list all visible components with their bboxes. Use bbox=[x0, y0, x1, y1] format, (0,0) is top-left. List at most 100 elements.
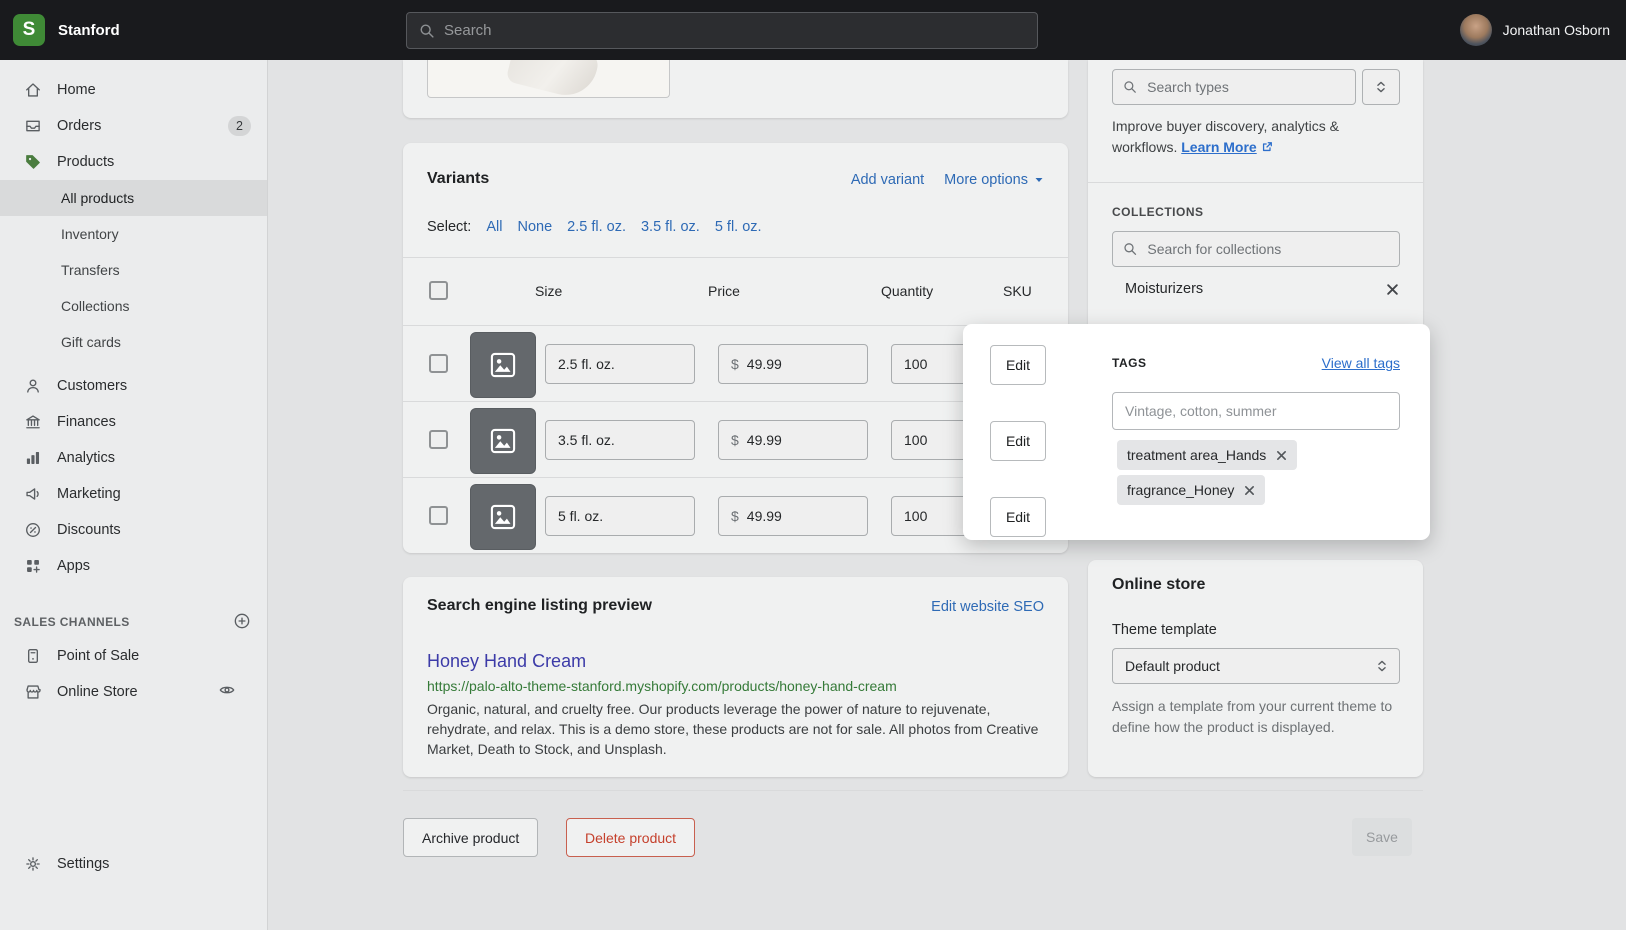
sidebar-item-transfers[interactable]: Transfers bbox=[0, 252, 267, 288]
apps-icon bbox=[24, 557, 42, 575]
sidebar-item-analytics[interactable]: Analytics bbox=[0, 440, 267, 476]
image-placeholder-icon bbox=[488, 502, 518, 532]
price-input[interactable]: $ 49.99 bbox=[718, 344, 868, 384]
currency-symbol: $ bbox=[731, 356, 739, 372]
footer-divider bbox=[403, 790, 1423, 791]
edit-website-seo-link[interactable]: Edit website SEO bbox=[931, 599, 1044, 615]
price-value: 49.99 bbox=[747, 432, 782, 448]
divider bbox=[403, 257, 1068, 258]
sidebar-item-marketing[interactable]: Marketing bbox=[0, 476, 267, 512]
tag-chip-label: treatment area_Hands bbox=[1127, 447, 1266, 463]
tag-chip: fragrance_Honey bbox=[1117, 475, 1265, 505]
save-button[interactable]: Save bbox=[1352, 818, 1412, 856]
sidebar-item-products[interactable]: Products bbox=[0, 144, 267, 180]
collection-name: Moisturizers bbox=[1125, 281, 1203, 297]
discounts-icon bbox=[24, 521, 42, 539]
product-organization-card: Improve buyer discovery, analytics & wor… bbox=[1088, 60, 1423, 326]
online-store-icon bbox=[24, 683, 42, 701]
variant-checkbox[interactable] bbox=[429, 354, 448, 373]
select-size-link[interactable]: 5 fl. oz. bbox=[715, 219, 762, 235]
avatar bbox=[1460, 14, 1492, 46]
variant-thumbnail[interactable] bbox=[470, 332, 536, 398]
size-input[interactable] bbox=[545, 496, 695, 536]
remove-tag-icon[interactable] bbox=[1244, 485, 1255, 496]
seo-card: Search engine listing preview Edit websi… bbox=[403, 577, 1068, 777]
learn-more-link[interactable]: Learn More bbox=[1181, 139, 1256, 155]
size-input[interactable] bbox=[545, 420, 695, 460]
sales-channels-header: SALES CHANNELS bbox=[0, 606, 267, 638]
sidebar-item-finances[interactable]: Finances bbox=[0, 404, 267, 440]
image-placeholder-icon bbox=[488, 350, 518, 380]
sidebar-item-discounts[interactable]: Discounts bbox=[0, 512, 267, 548]
sidebar-item-gift-cards[interactable]: Gift cards bbox=[0, 324, 267, 360]
variant-thumbnail[interactable] bbox=[470, 408, 536, 474]
variants-title: Variants bbox=[427, 170, 489, 188]
search-types-stepper[interactable] bbox=[1362, 69, 1400, 105]
sidebar-item-point-of-sale[interactable]: Point of Sale bbox=[0, 638, 267, 674]
shopify-admin-page: S Stanford Search Jonathan Osborn Home O… bbox=[0, 0, 1626, 930]
sidebar-item-home[interactable]: Home bbox=[0, 72, 267, 108]
edit-variant-button[interactable]: Edit bbox=[990, 497, 1046, 537]
edit-variant-button[interactable]: Edit bbox=[990, 421, 1046, 461]
sidebar-item-apps[interactable]: Apps bbox=[0, 548, 267, 584]
currency-symbol: $ bbox=[731, 508, 739, 524]
price-input[interactable]: $ 49.99 bbox=[718, 420, 868, 460]
sidebar-item-collections[interactable]: Collections bbox=[0, 288, 267, 324]
select-size-link[interactable]: 3.5 fl. oz. bbox=[641, 219, 700, 235]
preview-store-button[interactable] bbox=[218, 681, 251, 703]
delete-product-button[interactable]: Delete product bbox=[566, 818, 695, 857]
search-types-input[interactable] bbox=[1112, 69, 1356, 105]
variant-checkbox[interactable] bbox=[429, 430, 448, 449]
price-value: 49.99 bbox=[747, 356, 782, 372]
store-name[interactable]: Stanford bbox=[58, 22, 120, 39]
sidebar-item-all-products[interactable]: All products bbox=[0, 180, 267, 216]
view-all-tags-link[interactable]: View all tags bbox=[1322, 355, 1400, 371]
column-price: Price bbox=[708, 283, 740, 299]
sidebar-item-inventory[interactable]: Inventory bbox=[0, 216, 267, 252]
select-all-checkbox[interactable] bbox=[429, 281, 448, 300]
up-down-chevrons-icon bbox=[1375, 659, 1389, 673]
more-options-link[interactable]: More options bbox=[944, 172, 1044, 188]
archive-product-button[interactable]: Archive product bbox=[403, 818, 538, 857]
customers-icon bbox=[24, 377, 42, 395]
search-icon bbox=[1123, 241, 1137, 257]
select-size-link[interactable]: 2.5 fl. oz. bbox=[567, 219, 626, 235]
collections-search-input[interactable] bbox=[1112, 231, 1400, 267]
variant-thumbnail[interactable] bbox=[470, 484, 536, 550]
add-channel-button[interactable] bbox=[233, 612, 251, 633]
tags-input[interactable] bbox=[1112, 392, 1400, 430]
collections-label: COLLECTIONS bbox=[1112, 205, 1204, 219]
sidebar-nav: Home Orders 2 Products All products Inve… bbox=[0, 60, 268, 930]
variant-checkbox[interactable] bbox=[429, 506, 448, 525]
remove-tag-icon[interactable] bbox=[1276, 450, 1287, 461]
user-menu[interactable]: Jonathan Osborn bbox=[1460, 0, 1610, 60]
point-of-sale-icon bbox=[24, 647, 42, 665]
price-input[interactable]: $ 49.99 bbox=[718, 496, 868, 536]
seo-card-title: Search engine listing preview bbox=[427, 597, 652, 615]
remove-collection-icon[interactable] bbox=[1386, 283, 1399, 296]
orders-count-badge: 2 bbox=[228, 116, 251, 136]
product-photo[interactable] bbox=[427, 60, 670, 98]
external-link-icon bbox=[1261, 141, 1273, 153]
global-search-input[interactable]: Search bbox=[406, 12, 1038, 49]
sidebar-item-customers[interactable]: Customers bbox=[0, 368, 267, 404]
select-all-link[interactable]: All bbox=[486, 219, 502, 235]
sidebar-item-orders[interactable]: Orders 2 bbox=[0, 108, 267, 144]
theme-template-select[interactable]: Default product bbox=[1112, 648, 1400, 684]
user-name: Jonathan Osborn bbox=[1503, 22, 1610, 38]
column-quantity: Quantity bbox=[881, 283, 933, 299]
column-size: Size bbox=[535, 283, 562, 299]
seo-page-title[interactable]: Honey Hand Cream bbox=[427, 651, 586, 672]
add-variant-link[interactable]: Add variant bbox=[851, 172, 924, 188]
shopify-logo-icon[interactable]: S bbox=[13, 14, 45, 46]
tag-chip: treatment area_Hands bbox=[1117, 440, 1297, 470]
tags-label: TAGS bbox=[1112, 356, 1146, 370]
size-input[interactable] bbox=[545, 344, 695, 384]
finances-icon bbox=[24, 413, 42, 431]
select-none-link[interactable]: None bbox=[517, 219, 552, 235]
sidebar-item-settings[interactable]: Settings bbox=[0, 846, 266, 882]
sidebar-item-online-store[interactable]: Online Store bbox=[0, 674, 267, 710]
collection-item: Moisturizers bbox=[1125, 281, 1399, 297]
edit-variant-button[interactable]: Edit bbox=[990, 345, 1046, 385]
divider bbox=[1088, 182, 1423, 183]
